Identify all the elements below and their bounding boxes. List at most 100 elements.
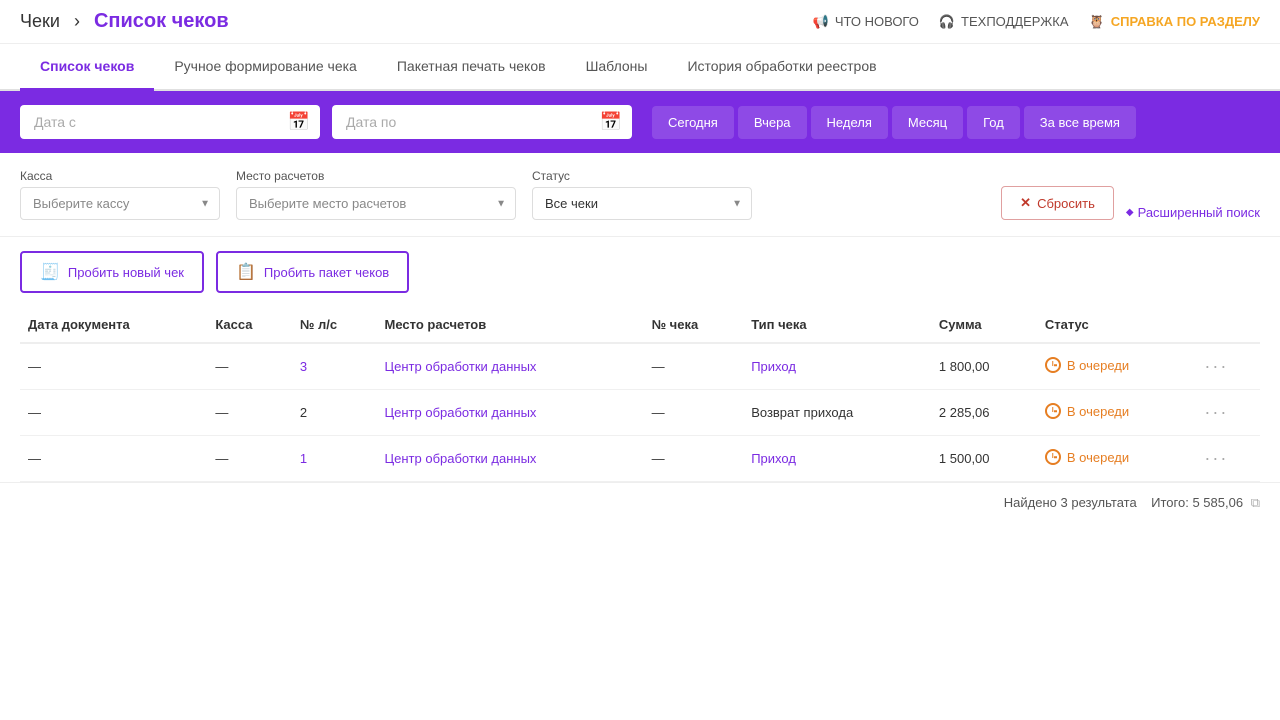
date-from-wrap: 📅 (20, 105, 320, 139)
close-icon: ✕ (1020, 195, 1031, 211)
batch-receipt-icon: 📋 (236, 262, 256, 282)
date-to-wrap: 📅 (332, 105, 632, 139)
new-check-label: Пробить новый чек (68, 265, 184, 280)
what-new-button[interactable]: 📢 ЧТО НОВОГО (813, 14, 919, 30)
date-from-input[interactable] (20, 105, 320, 139)
receipt-icon: 🧾 (40, 262, 60, 282)
copy-icon[interactable]: ⧉ (1251, 495, 1260, 510)
table-row: — — 2 Центр обработки данных — Возврат п… (20, 390, 1260, 436)
table-header-row: Дата документа Касса № л/с Место расчето… (20, 307, 1260, 343)
cell-type: Приход (743, 436, 931, 482)
kassa-group: Касса Выберите кассу (20, 169, 220, 220)
account-value: 2 (300, 405, 307, 420)
tab-history[interactable]: История обработки реестров (667, 44, 896, 91)
table-row: — — 1 Центр обработки данных — Приход 1 … (20, 436, 1260, 482)
reset-label: Сбросить (1037, 196, 1095, 211)
cell-account: 2 (292, 390, 377, 436)
period-week-button[interactable]: Неделя (811, 106, 888, 139)
cell-type: Возврат прихода (743, 390, 931, 436)
tab-batch[interactable]: Пакетная печать чеков (377, 44, 566, 91)
support-label: ТЕХПОДДЕРЖКА (961, 14, 1069, 29)
clock-icon (1045, 357, 1061, 373)
clock-icon (1045, 403, 1061, 419)
place-select[interactable]: Выберите место расчетов (236, 187, 516, 220)
cell-date: — (20, 343, 207, 390)
more-button[interactable]: ··· (1204, 402, 1228, 422)
period-yesterday-button[interactable]: Вчера (738, 106, 807, 139)
date-to-input[interactable] (332, 105, 632, 139)
col-check-num: № чека (644, 307, 744, 343)
col-account: № л/с (292, 307, 377, 343)
cell-place[interactable]: Центр обработки данных (377, 436, 644, 482)
new-check-button[interactable]: 🧾 Пробить новый чек (20, 251, 204, 293)
filter-actions: ✕ Сбросить Расширенный поиск (1001, 186, 1260, 220)
place-select-wrap: Выберите место расчетов (236, 187, 516, 220)
breadcrumb-current: Список чеков (94, 10, 229, 33)
place-link[interactable]: Центр обработки данных (385, 451, 537, 466)
account-link[interactable]: 3 (300, 359, 307, 374)
cell-check-num: — (644, 390, 744, 436)
secondary-filter: Касса Выберите кассу Место расчетов Выбе… (0, 153, 1280, 237)
table-footer: Найдено 3 результата Итого: 5 585,06 ⧉ (0, 482, 1280, 523)
filter-bar: 📅 📅 Сегодня Вчера Неделя Месяц Год За вс… (0, 91, 1280, 153)
reset-button[interactable]: ✕ Сбросить (1001, 186, 1114, 220)
more-button[interactable]: ··· (1204, 356, 1228, 376)
period-year-button[interactable]: Год (967, 106, 1020, 139)
cell-place[interactable]: Центр обработки данных (377, 390, 644, 436)
col-actions (1196, 307, 1260, 343)
cell-place[interactable]: Центр обработки данных (377, 343, 644, 390)
tab-manual[interactable]: Ручное формирование чека (154, 44, 377, 91)
period-today-button[interactable]: Сегодня (652, 106, 734, 139)
status-label: В очереди (1067, 404, 1129, 419)
calendar-to-icon[interactable]: 📅 (600, 112, 622, 133)
cell-kassa: — (207, 436, 292, 482)
period-all-button[interactable]: За все время (1024, 106, 1136, 139)
header: Чеки › Список чеков 📢 ЧТО НОВОГО 🎧 ТЕХПО… (0, 0, 1280, 44)
owl-icon: 🦉 (1089, 14, 1105, 30)
period-month-button[interactable]: Месяц (892, 106, 963, 139)
cell-account[interactable]: 1 (292, 436, 377, 482)
cell-account[interactable]: 3 (292, 343, 377, 390)
help-label: СПРАВКА ПО РАЗДЕЛУ (1111, 14, 1260, 29)
account-link[interactable]: 1 (300, 451, 307, 466)
tab-list[interactable]: Список чеков (20, 44, 154, 91)
cell-status: В очереди (1037, 436, 1196, 482)
place-group: Место расчетов Выберите место расчетов (236, 169, 516, 220)
breadcrumb-base: Чеки (20, 11, 60, 32)
support-button[interactable]: 🎧 ТЕХПОДДЕРЖКА (939, 14, 1069, 30)
cell-kassa: — (207, 390, 292, 436)
cell-check-num: — (644, 343, 744, 390)
kassa-select[interactable]: Выберите кассу (20, 187, 220, 220)
breadcrumb: Чеки › Список чеков (20, 10, 229, 33)
cell-amount: 2 285,06 (931, 390, 1037, 436)
cell-amount: 1 500,00 (931, 436, 1037, 482)
advanced-search-button[interactable]: Расширенный поиск (1126, 205, 1260, 220)
batch-check-button[interactable]: 📋 Пробить пакет чеков (216, 251, 409, 293)
help-button[interactable]: 🦉 СПРАВКА ПО РАЗДЕЛУ (1089, 14, 1260, 30)
cell-more[interactable]: ··· (1196, 343, 1260, 390)
total-label: Итого: (1151, 495, 1189, 510)
status-select[interactable]: Все чеки (532, 187, 752, 220)
found-count: Найдено 3 результата (1004, 495, 1137, 510)
megaphone-icon: 📢 (813, 14, 829, 30)
cell-more[interactable]: ··· (1196, 390, 1260, 436)
checks-table-wrap: Дата документа Касса № л/с Место расчето… (0, 307, 1280, 482)
cell-date: — (20, 390, 207, 436)
clock-icon (1045, 449, 1061, 465)
kassa-label: Касса (20, 169, 220, 183)
tab-templates[interactable]: Шаблоны (566, 44, 668, 91)
col-status: Статус (1037, 307, 1196, 343)
more-button[interactable]: ··· (1204, 448, 1228, 468)
tab-bar: Список чеков Ручное формирование чека Па… (0, 44, 1280, 91)
col-amount: Сумма (931, 307, 1037, 343)
place-link[interactable]: Центр обработки данных (385, 405, 537, 420)
place-link[interactable]: Центр обработки данных (385, 359, 537, 374)
col-date: Дата документа (20, 307, 207, 343)
action-bar: 🧾 Пробить новый чек 📋 Пробить пакет чеко… (0, 237, 1280, 307)
status-label: В очереди (1067, 450, 1129, 465)
calendar-from-icon[interactable]: 📅 (288, 112, 310, 133)
headset-icon: 🎧 (939, 14, 955, 30)
cell-more[interactable]: ··· (1196, 436, 1260, 482)
cell-status: В очереди (1037, 390, 1196, 436)
cell-type: Приход (743, 343, 931, 390)
